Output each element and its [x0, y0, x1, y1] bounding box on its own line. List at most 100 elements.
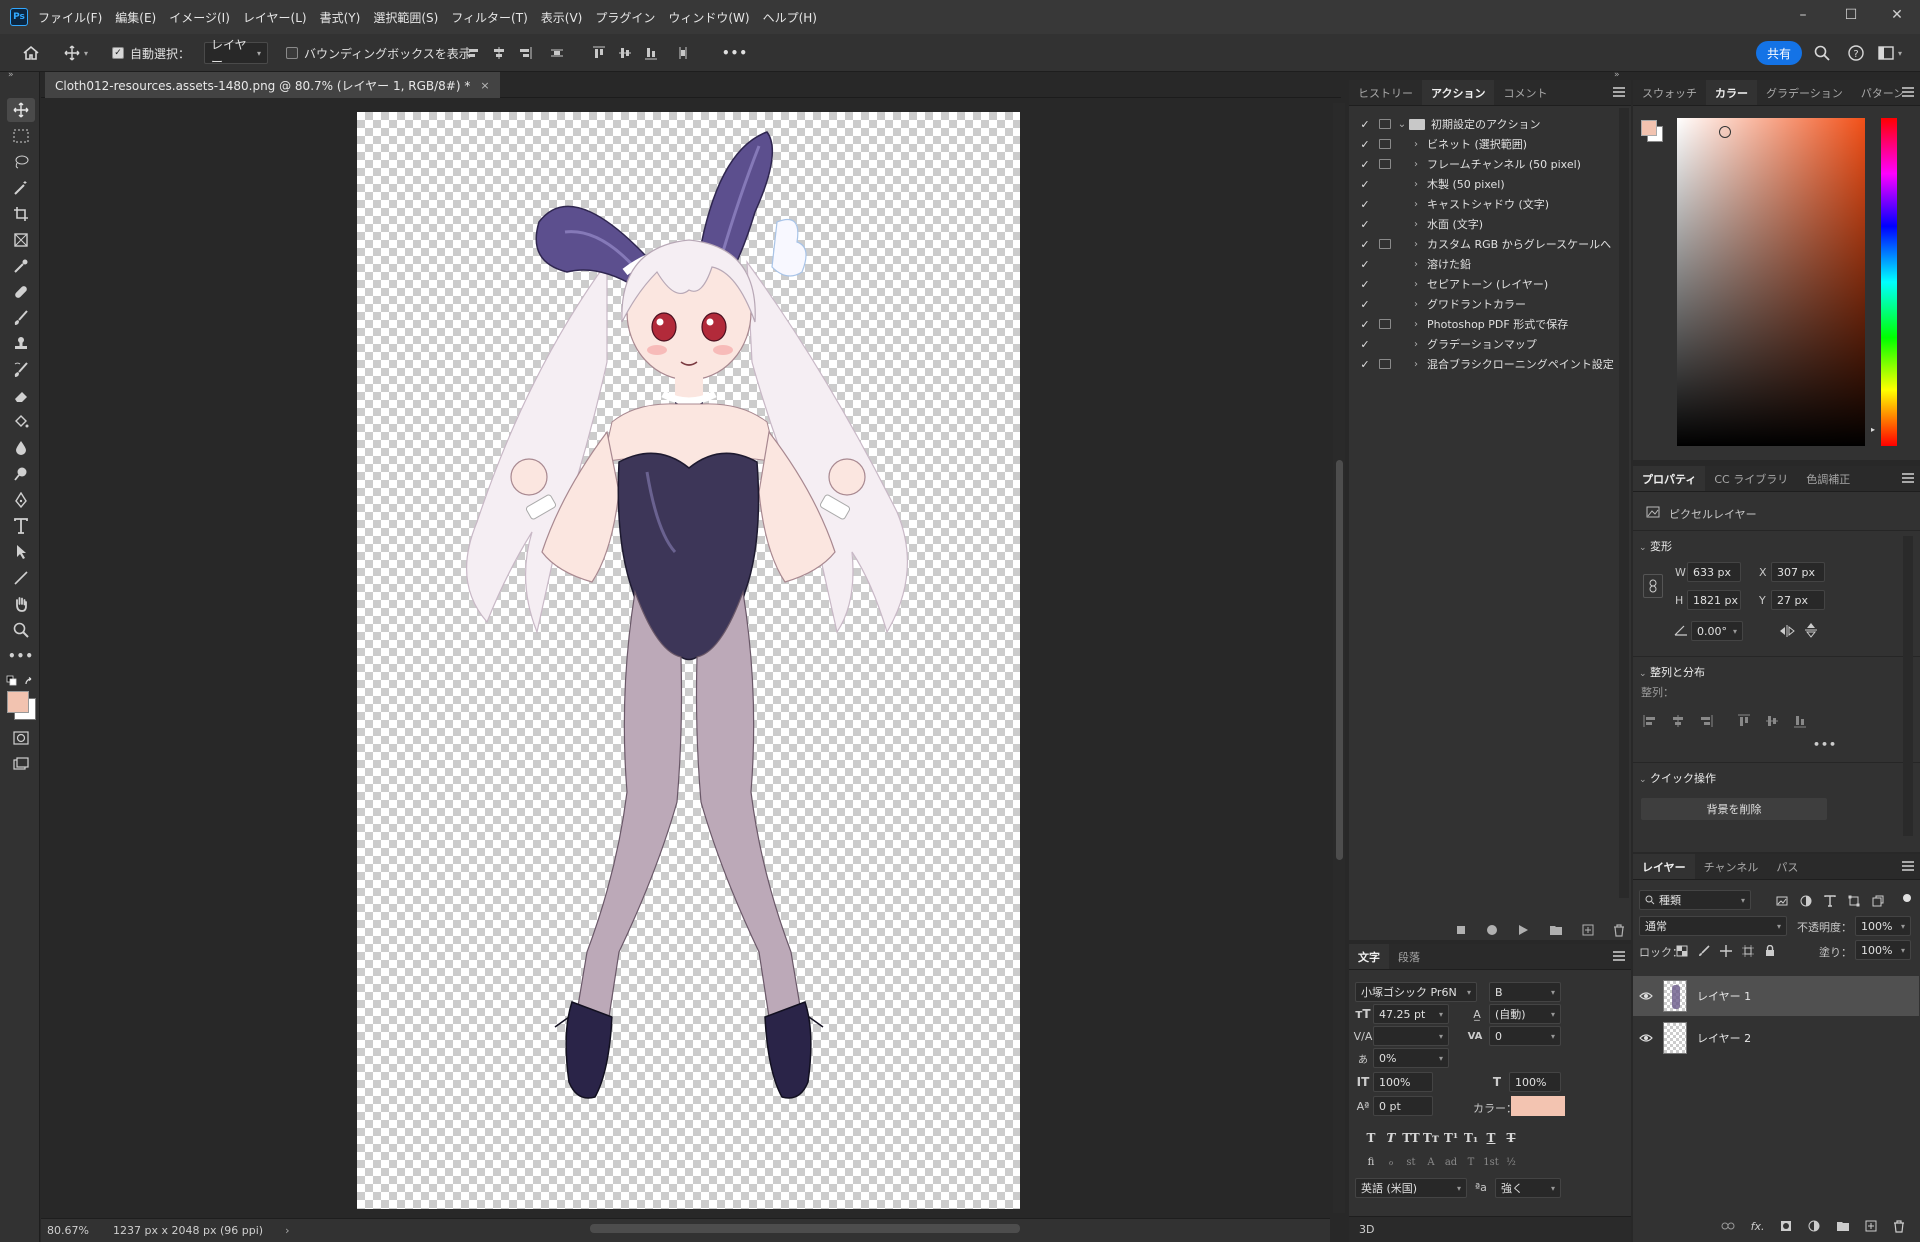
chevron-right-icon[interactable]: › [1409, 219, 1423, 230]
opentype-feature-button[interactable]: 1st [1483, 1154, 1499, 1170]
move-tool-preset[interactable]: ▾ [64, 43, 88, 63]
visibility-eye-icon[interactable] [1633, 991, 1659, 1001]
font-size-field[interactable]: 47.25 pt ▾ [1373, 1004, 1449, 1024]
tab-color[interactable]: カラー [1706, 80, 1757, 105]
foreground-color-swatch[interactable] [7, 691, 29, 713]
flip-vertical-icon[interactable] [1803, 622, 1819, 638]
transform-section-toggle[interactable]: ⌄ 変形 [1639, 538, 1672, 554]
menu-type[interactable]: 書式(Y) [320, 9, 361, 26]
lock-image-pixels-icon[interactable] [1695, 942, 1713, 960]
action-row[interactable]: ✓ › グワドラントカラー [1349, 294, 1619, 314]
dialog-toggle-icon[interactable] [1379, 299, 1391, 309]
remove-background-button[interactable]: 背景を削除 [1641, 798, 1827, 820]
panel-menu-icon[interactable] [1613, 87, 1625, 99]
tab-paths[interactable]: パス [1767, 854, 1807, 879]
menu-file[interactable]: ファイル(F) [38, 9, 102, 26]
collapse-panels-icon[interactable]: » [1614, 70, 1620, 80]
align-top-icon[interactable] [1735, 712, 1753, 730]
lock-all-icon[interactable] [1761, 942, 1779, 960]
move-tool[interactable] [7, 98, 35, 122]
checkmark-icon[interactable]: ✓ [1357, 298, 1373, 311]
tab-paragraph[interactable]: 段落 [1389, 944, 1429, 969]
tab-character[interactable]: 文字 [1349, 944, 1389, 969]
eraser-tool[interactable] [11, 386, 31, 406]
flip-horizontal-icon[interactable] [1779, 623, 1795, 639]
hue-slider[interactable] [1881, 118, 1897, 446]
chevron-right-icon[interactable]: › [1409, 179, 1423, 190]
chevron-right-icon[interactable]: › [1409, 359, 1423, 370]
line-tool[interactable] [11, 568, 31, 588]
auto-select-checkbox[interactable]: ✓ 自動選択： [112, 43, 190, 63]
chevron-right-icon[interactable]: › [1409, 339, 1423, 350]
align-bottom-icon[interactable] [1791, 712, 1809, 730]
dialog-toggle-icon[interactable] [1379, 259, 1391, 269]
tab-properties[interactable]: プロパティ [1633, 466, 1706, 491]
crop-tool[interactable] [11, 204, 31, 224]
color-panel-foreground-swatch[interactable] [1641, 120, 1657, 136]
auto-select-target-dropdown[interactable]: レイヤー ▾ [204, 38, 268, 69]
baseline-shift-field[interactable]: 0 pt [1373, 1096, 1433, 1116]
tab-layers[interactable]: レイヤー [1633, 854, 1695, 879]
tab-swatches[interactable]: スウォッチ [1633, 80, 1706, 105]
filter-adjustment-icon[interactable] [1797, 892, 1815, 910]
text-style-button[interactable]: Tт [1423, 1130, 1439, 1146]
close-window-button[interactable]: ✕ [1874, 0, 1920, 30]
color-swap-controls[interactable] [6, 672, 36, 692]
new-action-icon[interactable] [1582, 924, 1594, 936]
tab-3d[interactable]: 3D [1359, 1223, 1374, 1236]
align-section-toggle[interactable]: ⌄ 整列と分布 [1639, 664, 1705, 680]
color-picker-field[interactable] [1677, 118, 1865, 446]
action-row[interactable]: ✓ › 木製 (50 pixel) [1349, 174, 1619, 194]
tsume-field[interactable]: 0% ▾ [1373, 1048, 1449, 1068]
menu-select[interactable]: 選択範囲(S) [373, 9, 438, 26]
frame-tool[interactable] [11, 230, 31, 250]
lock-position-icon[interactable] [1717, 942, 1735, 960]
quick-actions-section-toggle[interactable]: ⌄ クイック操作 [1639, 770, 1716, 786]
dodge-tool[interactable] [11, 464, 31, 484]
menu-plugins[interactable]: プラグイン [595, 9, 655, 26]
properties-scrollbar[interactable] [1903, 536, 1913, 836]
distribute-horizontal-icon[interactable] [548, 44, 566, 62]
home-button[interactable] [22, 43, 40, 63]
quick-mask-button[interactable] [11, 728, 31, 748]
align-vertical-center-icon[interactable] [1763, 712, 1781, 730]
opentype-feature-button[interactable]: ½ [1503, 1154, 1519, 1170]
tab-adjustments[interactable]: 色調補正 [1797, 466, 1859, 491]
dialog-toggle-icon[interactable] [1379, 119, 1391, 129]
record-icon[interactable] [1486, 924, 1498, 936]
healing-brush-tool[interactable] [11, 282, 31, 302]
x-field[interactable]: 307 px [1771, 562, 1825, 582]
text-style-button[interactable]: T₁ [1463, 1130, 1479, 1146]
chevron-right-icon[interactable]: › [1409, 199, 1423, 210]
magic-wand-tool[interactable] [11, 178, 31, 198]
antialias-dropdown[interactable]: 強く ▾ [1495, 1178, 1561, 1198]
stop-icon[interactable] [1455, 924, 1467, 936]
dialog-toggle-icon[interactable] [1379, 239, 1391, 249]
filter-type-icon[interactable] [1821, 892, 1839, 910]
more-align-options-button[interactable]: ••• [1813, 738, 1837, 751]
align-top-icon[interactable] [590, 44, 608, 62]
opentype-feature-button[interactable]: st [1403, 1154, 1419, 1170]
vertical-scale-field[interactable]: 100% [1373, 1072, 1433, 1092]
new-group-folder-icon[interactable] [1836, 1220, 1850, 1232]
text-style-button[interactable]: T [1363, 1130, 1379, 1146]
lock-artboard-icon[interactable] [1739, 942, 1757, 960]
help-button[interactable]: ? [1848, 43, 1864, 63]
clone-stamp-tool[interactable] [11, 334, 31, 354]
panel-menu-icon[interactable] [1902, 473, 1914, 485]
height-field[interactable]: 1821 px [1687, 590, 1741, 610]
history-brush-tool[interactable] [11, 360, 31, 380]
menu-edit[interactable]: 編集(E) [115, 9, 156, 26]
chevron-right-icon[interactable]: › [1409, 319, 1423, 330]
align-horizontal-center-icon[interactable] [1669, 712, 1687, 730]
dialog-toggle-icon[interactable] [1379, 319, 1391, 329]
lasso-tool[interactable] [11, 152, 31, 172]
chevron-right-icon[interactable]: › [1409, 259, 1423, 270]
align-left-icon[interactable] [464, 44, 482, 62]
trash-icon[interactable] [1613, 923, 1625, 937]
panel-menu-icon[interactable] [1902, 861, 1914, 873]
color-picker-cursor[interactable] [1719, 126, 1731, 138]
document-tab[interactable]: Cloth012-resources.assets-1480.png @ 80.… [45, 72, 500, 98]
type-tool[interactable] [11, 516, 31, 536]
pen-tool[interactable] [11, 490, 31, 510]
